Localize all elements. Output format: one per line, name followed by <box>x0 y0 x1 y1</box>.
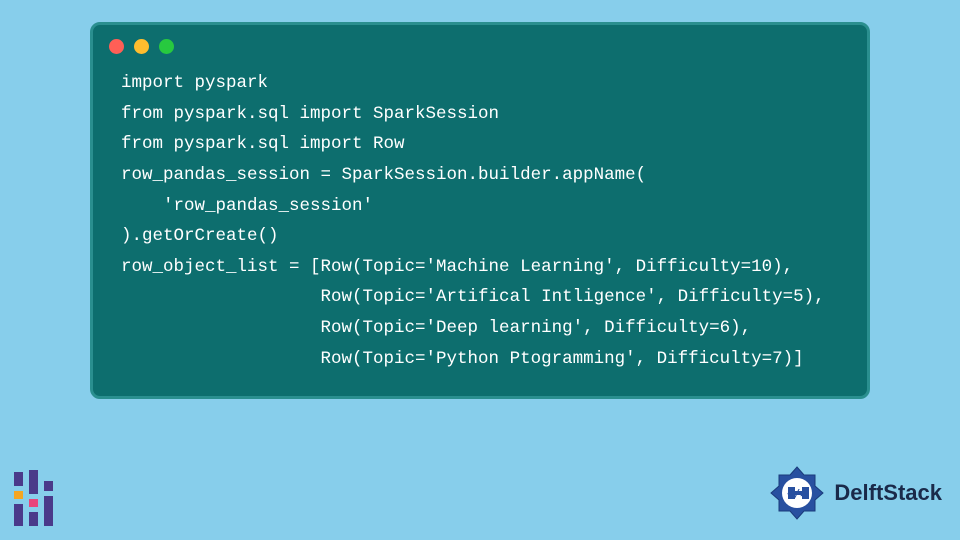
code-line: from pyspark.sql import SparkSession <box>121 104 499 124</box>
code-line: import pyspark <box>121 73 268 93</box>
code-line: from pyspark.sql import Row <box>121 134 405 154</box>
close-icon <box>109 39 124 54</box>
window-controls <box>93 25 867 62</box>
code-line: ).getOrCreate() <box>121 226 279 246</box>
code-line: row_object_list = [Row(Topic='Machine Le… <box>121 257 793 277</box>
svg-text:</>: </> <box>787 487 807 500</box>
code-line: 'row_pandas_session' <box>121 196 373 216</box>
code-line: Row(Topic='Python Ptogramming', Difficul… <box>121 349 804 369</box>
code-line: Row(Topic='Artifical Intligence', Diffic… <box>121 287 825 307</box>
logo-bars-icon <box>14 466 62 526</box>
code-window: import pyspark from pyspark.sql import S… <box>90 22 870 399</box>
minimize-icon <box>134 39 149 54</box>
maximize-icon <box>159 39 174 54</box>
code-line: row_pandas_session = SparkSession.builde… <box>121 165 646 185</box>
brand-logo: </> DelftStack <box>768 464 942 522</box>
brand-name: DelftStack <box>834 480 942 506</box>
code-line: Row(Topic='Deep learning', Difficulty=6)… <box>121 318 751 338</box>
brand-badge-icon: </> <box>768 464 826 522</box>
code-block: import pyspark from pyspark.sql import S… <box>93 62 867 378</box>
